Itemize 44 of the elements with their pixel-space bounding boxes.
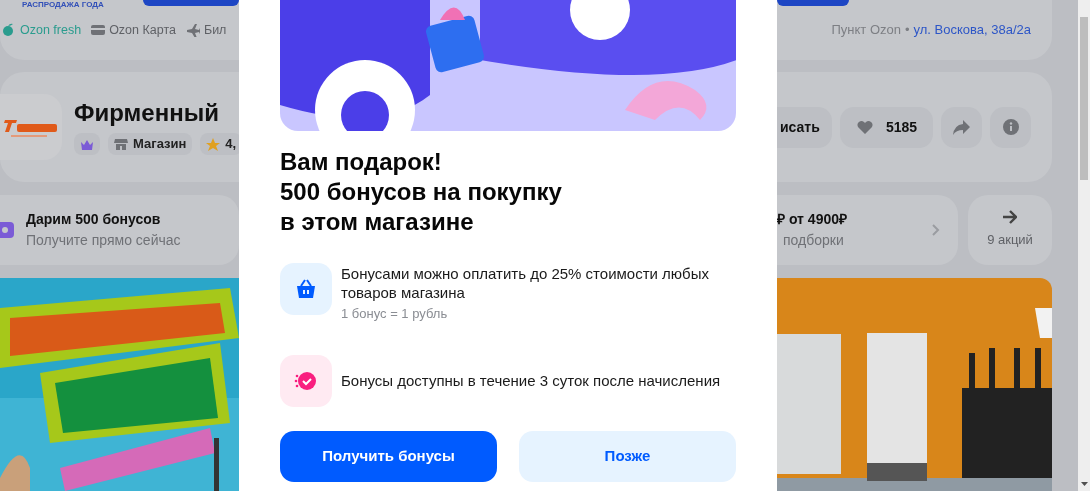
card-icon bbox=[91, 23, 106, 37]
offer-title: ₽ от 4900₽ bbox=[777, 210, 847, 229]
plane-icon bbox=[185, 23, 200, 37]
separator-dot: • bbox=[904, 21, 910, 40]
feature-text: Бонусами можно оплатить до 25% стоимости любых товаров магазина bbox=[341, 264, 710, 302]
star-icon bbox=[206, 137, 221, 151]
bonus-offer-card[interactable]: Дарим 500 бонусов Получите прямо сейчас bbox=[0, 195, 239, 265]
arrow-right-icon bbox=[1003, 210, 1017, 225]
basket-icon bbox=[280, 263, 332, 315]
header-button[interactable] bbox=[777, 0, 849, 6]
get-bonuses-button[interactable]: Получить бонусы bbox=[280, 430, 497, 482]
later-button[interactable]: Позже bbox=[519, 430, 736, 482]
info-icon bbox=[1002, 119, 1019, 135]
offer-subtitle: 9 акций bbox=[987, 231, 1033, 250]
feature-note: 1 бонус = 1 рубль bbox=[341, 305, 449, 323]
subscribe-button[interactable]: исать bbox=[777, 106, 832, 148]
heart-icon bbox=[855, 119, 874, 135]
offer-title: Дарим 500 бонусов bbox=[26, 210, 162, 229]
scrollbar[interactable] bbox=[1078, 0, 1090, 491]
store-name: Фирменный bbox=[74, 99, 220, 127]
promo-label: РАСПРОДАЖА ГОДА bbox=[22, 0, 104, 10]
crown-icon bbox=[80, 138, 94, 150]
favorite-button[interactable]: 5185 bbox=[840, 106, 933, 148]
all-offers-card[interactable]: 9 акций bbox=[968, 195, 1052, 265]
fruit-icon bbox=[2, 23, 16, 37]
offer-subtitle: подборки bbox=[782, 231, 845, 250]
bonus-icon bbox=[0, 222, 14, 238]
share-button[interactable] bbox=[941, 106, 982, 148]
dialog-title: Вам подарок! 500 бонусов на покупку в этом магазине bbox=[280, 147, 563, 237]
store-badge: Магазин bbox=[108, 133, 193, 155]
address-link[interactable]: ул. Воскова, 38а/2а bbox=[913, 20, 1031, 40]
offer-subtitle: Получите прямо сейчас bbox=[26, 231, 181, 250]
pickup-label: Пункт Ozon bbox=[831, 21, 901, 40]
collection-offer-card[interactable]: ₽ от 4900₽ подборки bbox=[777, 195, 958, 265]
share-arrow-icon bbox=[953, 119, 970, 135]
nav-link[interactable]: Ozon Карта bbox=[91, 20, 176, 40]
info-button[interactable] bbox=[990, 106, 1031, 148]
feature-text: Бонусы доступны в течение 3 суток после начисления bbox=[341, 371, 722, 390]
nav-link[interactable]: Бил bbox=[185, 20, 227, 40]
scroll-down-icon[interactable] bbox=[1080, 482, 1088, 487]
scrollbar-thumb[interactable] bbox=[1080, 17, 1088, 180]
search-button[interactable] bbox=[143, 0, 239, 6]
chevron-right-icon bbox=[932, 224, 940, 236]
shop-icon bbox=[114, 137, 128, 151]
